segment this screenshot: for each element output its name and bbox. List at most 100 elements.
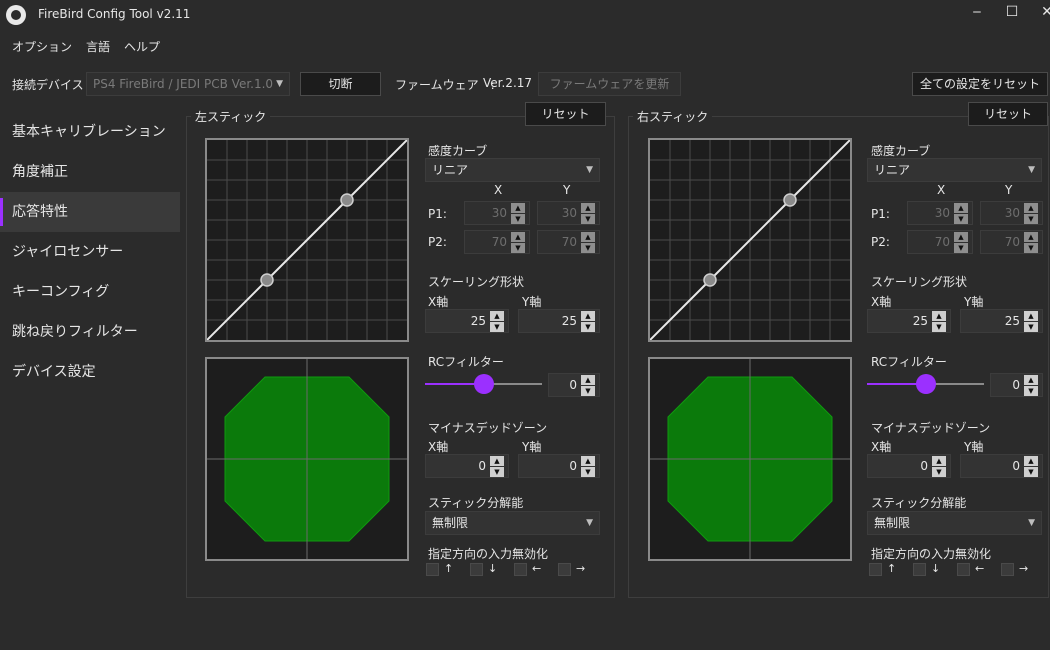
spin-up-icon[interactable]: ▲ (581, 203, 595, 213)
left-rc-value[interactable]: 0 ▲ ▼ (548, 373, 600, 397)
right-disable-up-checkbox[interactable] (869, 563, 882, 576)
right-resolution-select[interactable]: 無制限 ▼ (867, 511, 1042, 535)
spin-up-icon[interactable]: ▲ (581, 456, 595, 466)
right-p2-x[interactable]: 70 ▲ ▼ (907, 230, 973, 254)
spin-down-icon[interactable]: ▼ (511, 214, 525, 224)
spin-down-icon[interactable]: ▼ (954, 214, 968, 224)
right-dz-y-value: 0 (1012, 459, 1020, 473)
spin-up-icon[interactable]: ▲ (1024, 375, 1038, 385)
spin-up-icon[interactable]: ▲ (932, 456, 946, 466)
right-scaling-y[interactable]: 25 ▲ ▼ (960, 309, 1043, 333)
update-firmware-button[interactable]: ファームウェアを更新 (538, 72, 681, 96)
right-rc-value[interactable]: 0 ▲ ▼ (990, 373, 1043, 397)
left-curve-select[interactable]: リニア ▼ (425, 158, 600, 182)
left-resolution-select[interactable]: 無制限 ▼ (425, 511, 600, 535)
maximize-icon[interactable]: ☐ (995, 0, 1029, 26)
menu-options[interactable]: オプション (12, 38, 72, 55)
spin-down-icon[interactable]: ▼ (581, 467, 595, 477)
spin-down-icon[interactable]: ▼ (490, 322, 504, 332)
device-select[interactable]: PS4 FireBird / JEDI PCB Ver.1.0 ▼ (86, 72, 290, 96)
spin-down-icon[interactable]: ▼ (1024, 214, 1038, 224)
right-rc-slider-thumb[interactable] (915, 374, 936, 394)
left-p2-x[interactable]: 70 ▲ ▼ (464, 230, 530, 254)
curve-point-p2 (340, 193, 354, 207)
firebird-logo-icon (6, 5, 26, 25)
spin-up-icon[interactable]: ▲ (511, 203, 525, 213)
spin-up-icon[interactable]: ▲ (954, 203, 968, 213)
right-p1-y[interactable]: 30 ▲ ▼ (980, 201, 1043, 225)
spin-down-icon[interactable]: ▼ (954, 243, 968, 253)
spin-up-icon[interactable]: ▲ (581, 311, 595, 321)
sidebar-item-key-config[interactable]: キーコンフィグ (0, 272, 180, 312)
spin-down-icon[interactable]: ▼ (581, 386, 595, 396)
spin-down-icon[interactable]: ▼ (511, 243, 525, 253)
reset-all-button[interactable]: 全ての設定をリセット (912, 72, 1048, 96)
left-dz-y[interactable]: 0 ▲ ▼ (518, 454, 600, 478)
spin-down-icon[interactable]: ▼ (1024, 386, 1038, 396)
menu-help[interactable]: ヘルプ (124, 38, 160, 55)
right-scaling-x[interactable]: 25 ▲ ▼ (867, 309, 951, 333)
right-p2-y[interactable]: 70 ▲ ▼ (980, 230, 1043, 254)
spin-down-icon[interactable]: ▼ (932, 322, 946, 332)
spin-up-icon[interactable]: ▲ (490, 456, 504, 466)
left-rc-value-text: 0 (569, 378, 577, 392)
spin-up-icon[interactable]: ▲ (1024, 232, 1038, 242)
spin-up-icon[interactable]: ▲ (1024, 203, 1038, 213)
window-title: FireBird Config Tool v2.11 (38, 7, 191, 21)
left-disable-dir-label: 指定方向の入力無効化 (428, 547, 549, 561)
sidebar-item-gyro-sensor[interactable]: ジャイロセンサー (0, 232, 180, 272)
left-disable-left-checkbox[interactable] (514, 563, 527, 576)
spin-up-icon[interactable]: ▲ (1024, 456, 1038, 466)
spin-up-icon[interactable]: ▲ (932, 311, 946, 321)
disconnect-button[interactable]: 切断 (300, 72, 381, 96)
spin-down-icon[interactable]: ▼ (490, 467, 504, 477)
close-icon[interactable]: ✕ (1030, 0, 1050, 26)
spin-up-icon[interactable]: ▲ (490, 311, 504, 321)
left-p1-y[interactable]: 30 ▲ ▼ (537, 201, 600, 225)
spin-down-icon[interactable]: ▼ (1024, 243, 1038, 253)
right-curve-select[interactable]: リニア ▼ (867, 158, 1042, 182)
left-disable-right-checkbox[interactable] (558, 563, 571, 576)
left-disable-up-checkbox[interactable] (426, 563, 439, 576)
left-p1-x[interactable]: 30 ▲ ▼ (464, 201, 530, 225)
sidebar-item-basic-calibration[interactable]: 基本キャリブレーション (0, 112, 180, 152)
spin-down-icon[interactable]: ▼ (581, 243, 595, 253)
spin-up-icon[interactable]: ▲ (1024, 311, 1038, 321)
right-scaling-x-label: X軸 (871, 295, 892, 309)
left-rc-slider-thumb[interactable] (473, 374, 494, 394)
left-scaling-y[interactable]: 25 ▲ ▼ (518, 309, 600, 333)
left-p2-y[interactable]: 70 ▲ ▼ (537, 230, 600, 254)
sidebar-item-rebound-filter[interactable]: 跳ね戻りフィルター (0, 312, 180, 352)
left-scaling-x[interactable]: 25 ▲ ▼ (425, 309, 509, 333)
left-p1-x-value: 30 (491, 206, 507, 220)
right-p1-x[interactable]: 30 ▲ ▼ (907, 201, 973, 225)
right-reset-button[interactable]: リセット (968, 102, 1048, 126)
spin-up-icon[interactable]: ▲ (954, 232, 968, 242)
spin-up-icon[interactable]: ▲ (581, 375, 595, 385)
right-p1-y-value: 30 (1004, 206, 1020, 220)
right-rc-label: RCフィルター (871, 355, 947, 369)
right-disable-down-checkbox[interactable] (913, 563, 926, 576)
right-rc-value-text: 0 (1012, 378, 1020, 392)
arrow-down-icon: ↓ (931, 562, 941, 575)
left-disable-down-checkbox[interactable] (470, 563, 483, 576)
spin-down-icon[interactable]: ▼ (581, 214, 595, 224)
left-reset-button[interactable]: リセット (525, 102, 606, 126)
spin-down-icon[interactable]: ▼ (932, 467, 946, 477)
spin-down-icon[interactable]: ▼ (1024, 467, 1038, 477)
right-dz-y[interactable]: 0 ▲ ▼ (960, 454, 1043, 478)
menu-language[interactable]: 言語 (86, 38, 110, 55)
sidebar-item-device-settings[interactable]: デバイス設定 (0, 352, 180, 392)
right-dz-x[interactable]: 0 ▲ ▼ (867, 454, 951, 478)
right-dz-y-label: Y軸 (964, 440, 984, 454)
left-dz-x[interactable]: 0 ▲ ▼ (425, 454, 509, 478)
spin-down-icon[interactable]: ▼ (581, 322, 595, 332)
spin-down-icon[interactable]: ▼ (1024, 322, 1038, 332)
minimize-icon[interactable]: ‒ (960, 0, 994, 26)
right-disable-left-checkbox[interactable] (957, 563, 970, 576)
right-disable-right-checkbox[interactable] (1001, 563, 1014, 576)
spin-up-icon[interactable]: ▲ (511, 232, 525, 242)
spin-up-icon[interactable]: ▲ (581, 232, 595, 242)
sidebar-item-response[interactable]: 応答特性 (0, 192, 180, 232)
sidebar-item-angle-correction[interactable]: 角度補正 (0, 152, 180, 192)
